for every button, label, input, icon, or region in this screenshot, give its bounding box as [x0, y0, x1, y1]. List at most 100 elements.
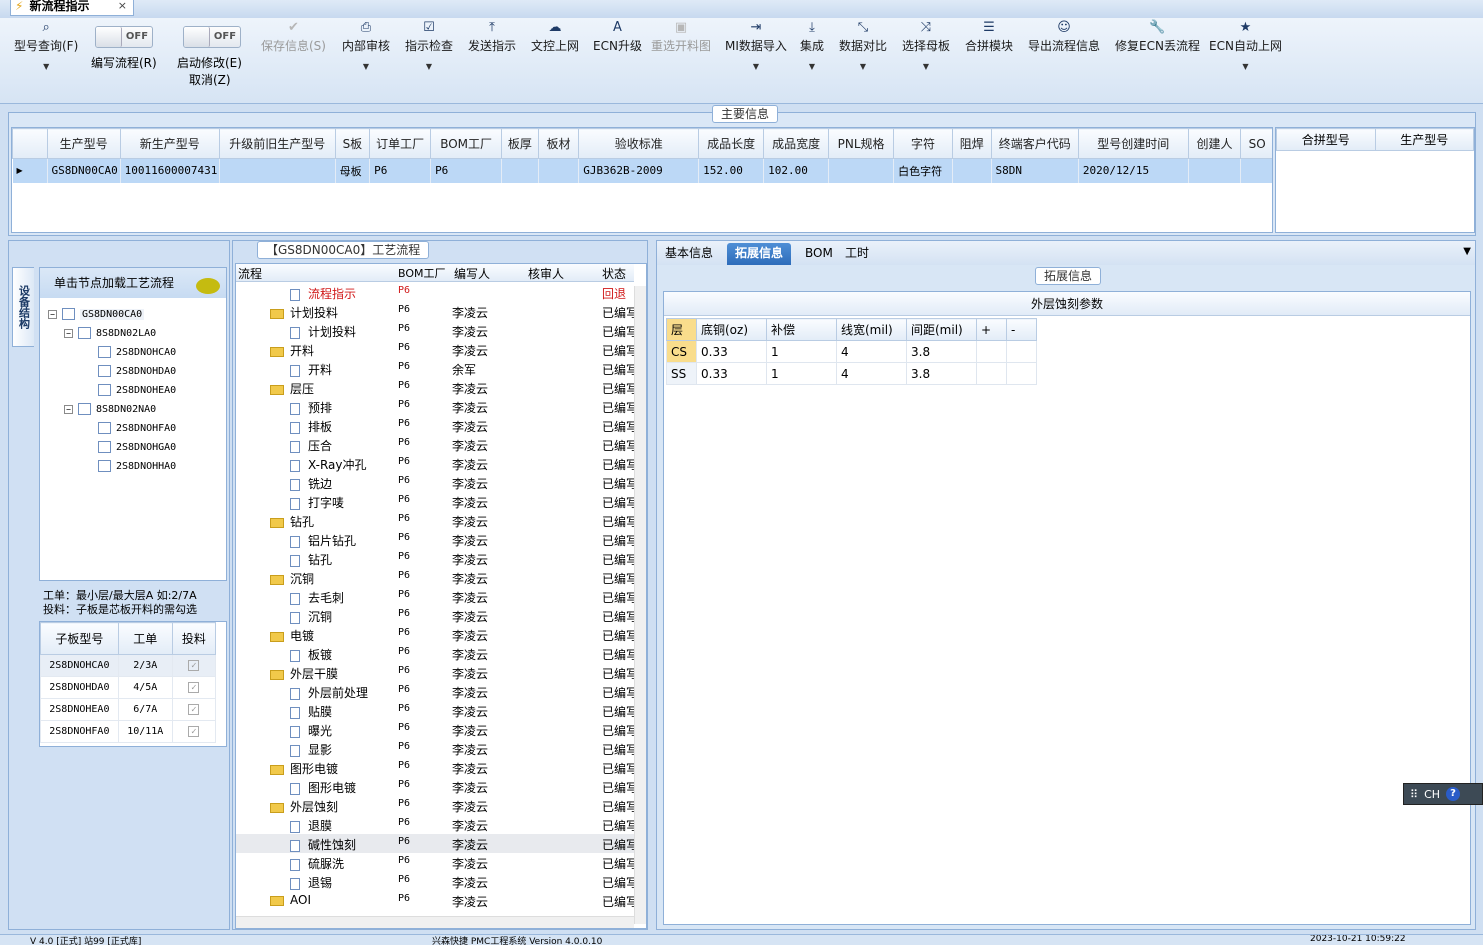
table-row[interactable]: 2S8DNOHFA0 10/11A ✓: [40, 720, 217, 743]
modify-toggle[interactable]: OFF: [183, 26, 241, 48]
flow-row[interactable]: 铣边 P6 李凌云 已编写: [236, 473, 638, 492]
save-info-button[interactable]: ✔ 保存信息(S): [261, 18, 326, 54]
tree-node[interactable]: 2S8DNOHGA0: [98, 441, 176, 453]
merge-grid[interactable]: 合拼型号 生产型号: [1275, 127, 1475, 233]
table-row[interactable]: 2S8DNOHDA0 4/5A ✓: [40, 676, 217, 699]
column-header[interactable]: BOM工厂: [398, 265, 446, 281]
ecn-auto-online-button[interactable]: ★ ECN自动上网 ▼: [1209, 18, 1282, 71]
flow-row[interactable]: 硫脲洗 P6 李凌云 已编写: [236, 853, 638, 872]
column-header[interactable]: 订单工厂: [369, 128, 432, 159]
product-grid[interactable]: 生产型号 新生产型号 升级前旧生产型号 S板 订单工厂 BOM工厂 板厚 板材 …: [11, 127, 1273, 233]
column-header[interactable]: 投料: [171, 622, 217, 655]
instruction-check-button[interactable]: ☑ 指示检查 ▼: [405, 18, 453, 71]
close-tab-icon[interactable]: ×: [118, 0, 127, 12]
column-header[interactable]: SO: [1240, 128, 1272, 159]
sub-board-grid[interactable]: 子板型号 工单 投料 2S8DNOHCA0 2/3A ✓ 2S8DNOHDA0 4/5…: [39, 621, 227, 747]
remove-column-button[interactable]: -: [1006, 318, 1037, 341]
flow-row[interactable]: 板镀 P6 李凌云 已编写: [236, 644, 638, 663]
table-row[interactable]: 2S8DNOHCA0 2/3A ✓: [40, 654, 217, 677]
checkbox[interactable]: ✓: [188, 726, 200, 737]
internal-review-button[interactable]: ⎙ 内部审核 ▼: [342, 18, 390, 71]
chevron-down-icon[interactable]: ▼: [923, 62, 929, 71]
data-compare-button[interactable]: ⤡ 数据对比 ▼: [839, 18, 887, 71]
flow-row[interactable]: 铝片钻孔 P6 李凌云 已编写: [236, 530, 638, 549]
chevron-down-icon[interactable]: ▼: [1463, 246, 1471, 257]
column-header[interactable]: 板材: [537, 128, 580, 159]
tree-node[interactable]: 2S8DNOHDA0: [98, 365, 176, 377]
tab-extended-info[interactable]: 拓展信息: [727, 243, 792, 265]
checkbox[interactable]: ✓: [188, 682, 200, 693]
flow-row[interactable]: 计划投料 P6 李凌云 已编写: [236, 302, 638, 321]
flow-row[interactable]: 曝光 P6 李凌云 已编写: [236, 720, 638, 739]
tab-bom[interactable]: BOM: [797, 243, 841, 265]
column-header[interactable]: 阻焊: [951, 128, 992, 159]
column-header[interactable]: 层: [666, 318, 697, 341]
column-header[interactable]: 间距(mil): [906, 318, 977, 341]
send-instruction-button[interactable]: ⤒ 发送指示: [468, 18, 516, 54]
table-row[interactable]: CS 0.33 1 4 3.8: [666, 340, 1037, 363]
flow-row[interactable]: 钻孔 P6 李凌云 已编写: [236, 511, 638, 530]
tab-work-hours[interactable]: 工时: [837, 243, 877, 265]
tab-basic-info[interactable]: 基本信息: [657, 243, 721, 265]
collapse-icon[interactable]: −: [48, 309, 57, 319]
flow-row[interactable]: 退膜 P6 李凌云 已编写: [236, 815, 638, 834]
tree-node[interactable]: 2S8DNOHHA0: [98, 460, 176, 472]
flow-row[interactable]: 计划投料 P6 李凌云 已编写: [236, 321, 638, 340]
tree-node[interactable]: 2S8DNOHFA0: [98, 422, 176, 434]
chevron-down-icon[interactable]: ▼: [43, 62, 49, 71]
column-header[interactable]: 编写人: [454, 265, 490, 282]
column-header[interactable]: 核审人: [528, 265, 564, 282]
column-header[interactable]: S板: [334, 128, 371, 159]
chevron-down-icon[interactable]: ▼: [363, 62, 369, 71]
tree-node[interactable]: 2S8DNOHCA0: [98, 346, 176, 358]
doc-control-online-button[interactable]: ☁ 文控上网: [531, 18, 579, 54]
flow-row[interactable]: 沉铜 P6 李凌云 已编写: [236, 568, 638, 587]
column-header[interactable]: 生产型号: [46, 128, 121, 159]
flow-row[interactable]: 图形电镀 P6 李凌云 已编写: [236, 777, 638, 796]
chevron-down-icon[interactable]: ▼: [753, 62, 759, 71]
table-row[interactable]: SS 0.33 1 4 3.8: [666, 362, 1037, 385]
table-row[interactable]: ▶ GS8DN00CA0 10011600007431 母板 P6 P6 GJB…: [12, 158, 1272, 183]
flow-row[interactable]: 图形电镀 P6 李凌云 已编写: [236, 758, 638, 777]
column-header[interactable]: 验收标准: [578, 128, 700, 159]
flow-row[interactable]: 打字唛 P6 李凌云 已编写: [236, 492, 638, 511]
chevron-down-icon[interactable]: ▼: [860, 62, 866, 71]
chevron-down-icon[interactable]: ▼: [426, 62, 432, 71]
column-header[interactable]: 生产型号: [1374, 128, 1474, 151]
flow-row[interactable]: 沉铜 P6 李凌云 已编写: [236, 606, 638, 625]
table-row[interactable]: 2S8DNOHEA0 6/7A ✓: [40, 698, 217, 721]
equipment-structure-tab[interactable]: 设备结构: [12, 267, 34, 347]
flow-row[interactable]: 去毛刺 P6 李凌云 已编写: [236, 587, 638, 606]
edit-flow-toggle[interactable]: OFF: [95, 26, 153, 48]
export-flow-info-button[interactable]: ☺ 导出流程信息: [1028, 18, 1100, 54]
column-header[interactable]: 创建人: [1187, 128, 1242, 159]
flow-row[interactable]: 流程指示 P6 回退: [236, 283, 634, 302]
collapse-icon[interactable]: −: [64, 328, 73, 338]
cancel-modify-button[interactable]: 取消(Z): [189, 71, 231, 88]
ecn-upgrade-button[interactable]: A ECN升级: [593, 18, 642, 54]
ime-indicator[interactable]: ⠿ CH ?: [1403, 783, 1483, 805]
column-header[interactable]: 流程: [238, 265, 262, 282]
checkbox[interactable]: ✓: [188, 660, 200, 671]
etch-params-grid[interactable]: 层 底铜(oz) 补偿 线宽(mil) 间距(mil) + - CS 0.33 …: [666, 318, 1037, 385]
flow-row[interactable]: 钻孔 P6 李凌云 已编写: [236, 549, 638, 568]
column-header[interactable]: 升级前旧生产型号: [218, 128, 336, 159]
flow-row[interactable]: 排板 P6 李凌云 已编写: [236, 416, 638, 435]
flow-row[interactable]: 显影 P6 李凌云 已编写: [236, 739, 638, 758]
flow-row[interactable]: 电镀 P6 李凌云 已编写: [236, 625, 638, 644]
column-header[interactable]: PNL规格: [828, 128, 895, 159]
column-header[interactable]: 工单: [117, 622, 173, 655]
column-header[interactable]: 子板型号: [40, 622, 119, 655]
chevron-down-icon[interactable]: ▼: [1242, 62, 1248, 71]
column-header[interactable]: 成品宽度: [763, 128, 830, 159]
tree-node[interactable]: − GS8DN00CA0: [48, 308, 145, 320]
column-header[interactable]: 成品长度: [698, 128, 765, 159]
document-tab[interactable]: ⚡ 新流程指示 ×: [10, 0, 134, 16]
tree-node[interactable]: −8S8DN02NA0: [64, 403, 156, 415]
column-header[interactable]: 合拼型号: [1276, 128, 1376, 151]
flow-row[interactable]: 退锡 P6 李凌云 已编写: [236, 872, 638, 891]
column-header[interactable]: 板厚: [501, 128, 539, 159]
flow-row[interactable]: 压合 P6 李凌云 已编写: [236, 435, 638, 454]
column-header[interactable]: 终端客户代码: [990, 128, 1079, 159]
model-query-button[interactable]: ⌕ 型号查询(F) ▼: [14, 18, 78, 71]
